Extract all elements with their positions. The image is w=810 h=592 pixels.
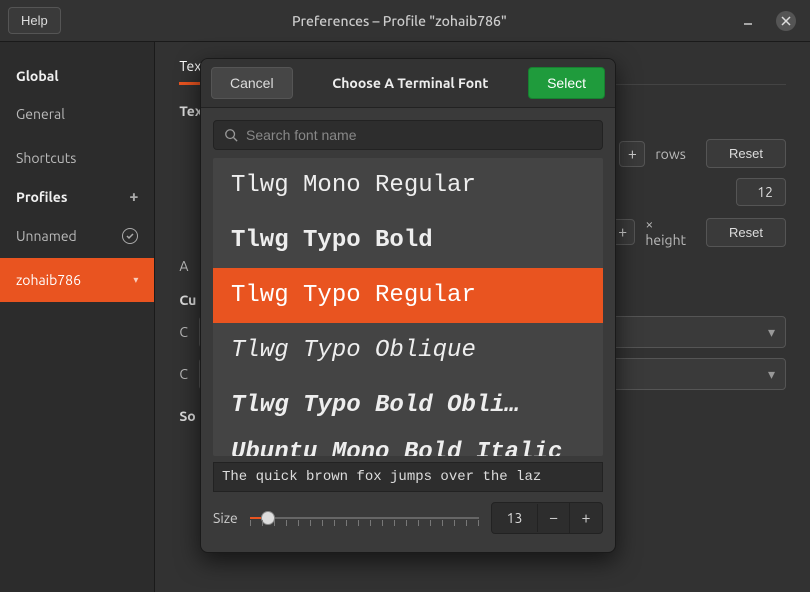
font-item[interactable]: Tlwg Typo Bold bbox=[213, 213, 603, 268]
sidebar-item-shortcuts[interactable]: Shortcuts bbox=[0, 136, 154, 180]
sidebar-heading-global: Global bbox=[0, 60, 154, 92]
sidebar-heading-profiles: Profiles + bbox=[0, 180, 154, 214]
sidebar-item-label: Unnamed bbox=[16, 228, 77, 244]
select-button[interactable]: Select bbox=[528, 67, 605, 99]
sidebar-item-general[interactable]: General bbox=[0, 92, 154, 136]
cancel-button[interactable]: Cancel bbox=[211, 67, 293, 99]
close-button[interactable] bbox=[776, 11, 796, 31]
font-chooser-dialog: Cancel Choose A Terminal Font Select Tlw… bbox=[200, 58, 616, 553]
font-item-selected[interactable]: Tlwg Typo Regular bbox=[213, 268, 603, 323]
size-decrease-button[interactable]: − bbox=[538, 503, 570, 533]
add-profile-icon[interactable]: + bbox=[129, 188, 138, 206]
check-icon bbox=[122, 228, 138, 244]
xheight-label: × height bbox=[645, 216, 696, 248]
sidebar-item-unnamed[interactable]: Unnamed bbox=[0, 214, 154, 258]
dialog-title: Choose A Terminal Font bbox=[332, 75, 488, 91]
size-stepper: 13 − + bbox=[491, 502, 603, 534]
chevron-down-icon[interactable]: ▾ bbox=[133, 274, 138, 286]
size-label: Size bbox=[213, 510, 238, 526]
size-slider[interactable] bbox=[250, 506, 479, 530]
help-button[interactable]: Help bbox=[8, 7, 61, 34]
reset-button[interactable]: Reset bbox=[706, 139, 786, 168]
font-list[interactable]: Tlwg Mono Regular Tlwg Typo Bold Tlwg Ty… bbox=[213, 158, 603, 456]
reset-button-2[interactable]: Reset bbox=[706, 218, 786, 247]
rows-label: rows bbox=[655, 146, 685, 162]
font-item[interactable]: Tlwg Typo Bold Obli… bbox=[213, 378, 603, 433]
minimize-button[interactable] bbox=[738, 11, 758, 31]
titlebar: Help Preferences – Profile "zohaib786" bbox=[0, 0, 810, 42]
size-increase-button[interactable]: + bbox=[570, 503, 602, 533]
sidebar: Global General Shortcuts Profiles + Unna… bbox=[0, 42, 155, 592]
sidebar-item-zohaib786[interactable]: zohaib786 ▾ bbox=[0, 258, 154, 302]
size-value[interactable]: 13 bbox=[492, 504, 538, 532]
search-icon bbox=[224, 128, 238, 142]
font-item[interactable]: Tlwg Mono Regular bbox=[213, 158, 603, 213]
search-input[interactable] bbox=[246, 127, 592, 143]
font-item[interactable]: Ubuntu Mono Bold Italic bbox=[213, 433, 603, 456]
sidebar-item-label: zohaib786 bbox=[16, 272, 81, 288]
window-title: Preferences – Profile "zohaib786" bbox=[61, 13, 738, 29]
rows-increment-button[interactable]: + bbox=[619, 141, 645, 167]
search-box[interactable] bbox=[213, 120, 603, 150]
font-item[interactable]: Tlwg Typo Oblique bbox=[213, 323, 603, 378]
font-size-value[interactable]: 12 bbox=[736, 178, 786, 206]
font-preview: The quick brown fox jumps over the laz bbox=[213, 462, 603, 492]
profiles-label: Profiles bbox=[16, 189, 67, 205]
